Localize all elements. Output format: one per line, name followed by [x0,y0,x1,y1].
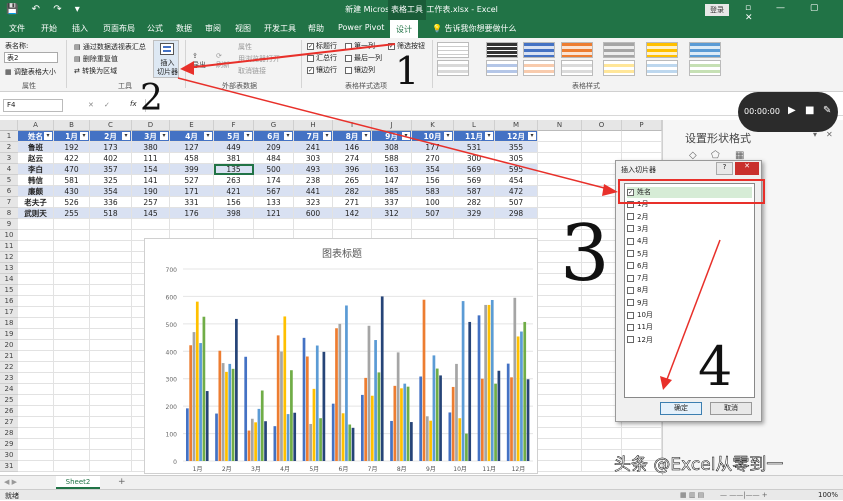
annotation-arrow [185,43,396,69]
annotation-number: 4 [698,335,732,398]
arrowhead-icon [660,376,672,390]
watermark: 头条 @Excel从零到一 [614,455,783,475]
annotation-number: 1 [395,49,419,93]
highlight-box [618,179,765,204]
annotation-overlay: 1 2 3 4 头条 @Excel从零到一 [140,43,784,475]
annotation-number: 2 [140,78,163,119]
annotation-arrow [177,77,613,191]
annotation-number: 3 [560,209,610,299]
arrowhead-icon [180,61,194,75]
arrowhead-icon [602,184,618,196]
